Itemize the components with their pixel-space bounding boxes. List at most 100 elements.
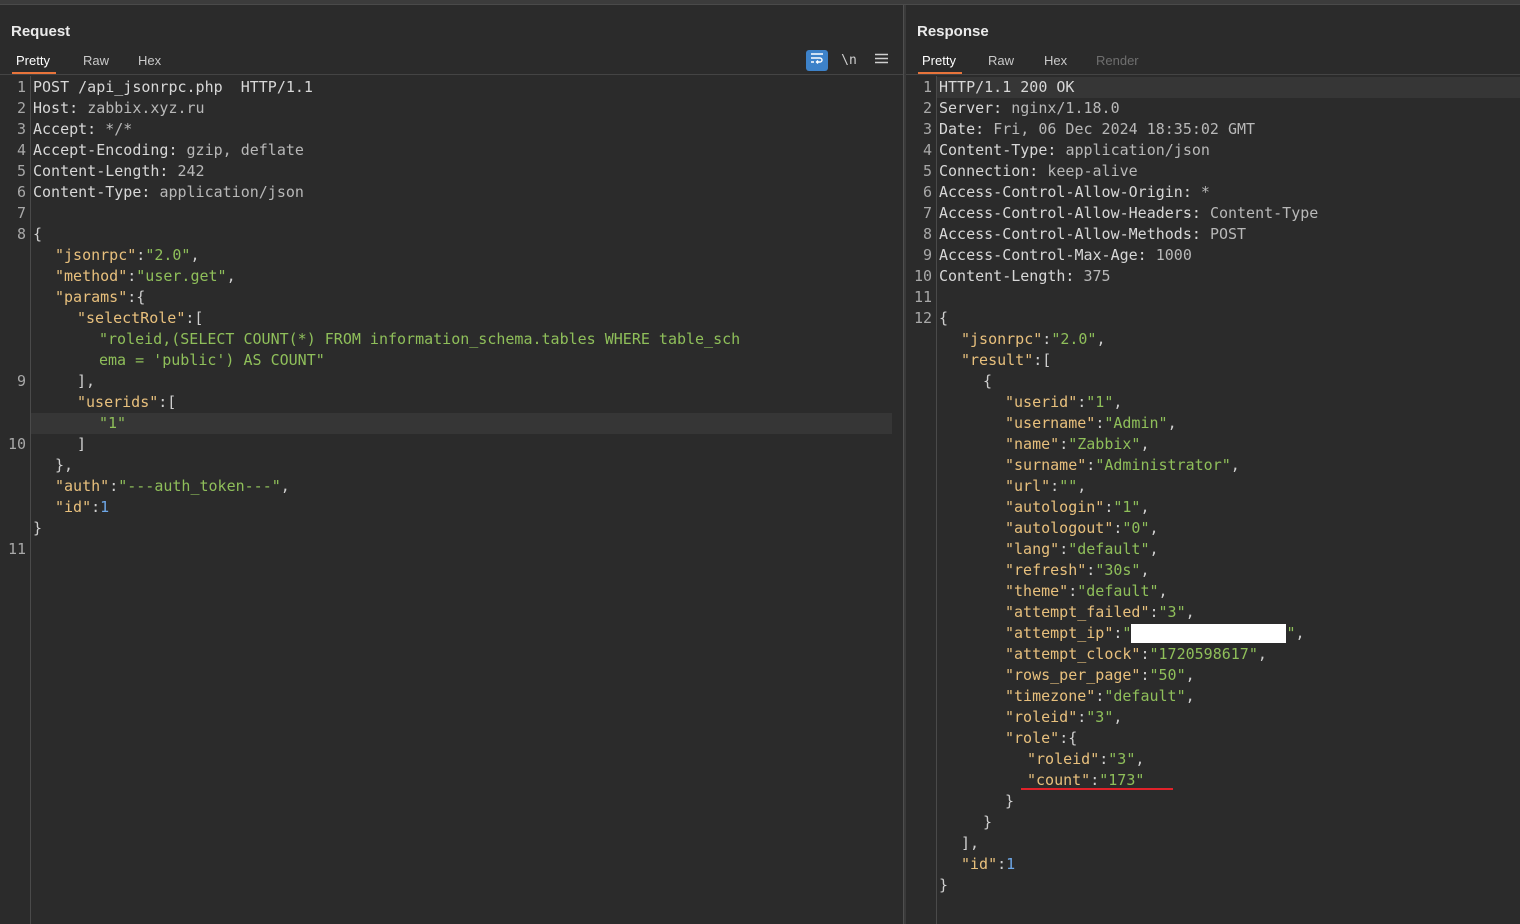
line-number: 4 — [16, 141, 26, 159]
json-line: }, — [55, 456, 74, 474]
json-line: "auth":"---auth_token---", — [55, 477, 290, 495]
line-number: 9 — [922, 246, 932, 264]
json-line: "autologin":"1", — [1005, 498, 1150, 516]
line-number: 6 — [922, 183, 932, 201]
response-title: Response — [917, 23, 989, 40]
json-line: "lang":"default", — [1005, 540, 1159, 558]
request-header: Accept-Encoding: gzip, deflate — [33, 141, 304, 159]
json-line: "jsonrpc":"2.0", — [961, 330, 1106, 348]
json-line: { — [33, 225, 43, 243]
response-editor[interactable]: 1 HTTP/1.1 200 OK 2 Server: nginx/1.18.0 3 Da… — [906, 76, 1520, 924]
request-header: Host: zabbix.xyz.ru — [33, 99, 205, 117]
json-line: } — [939, 876, 949, 894]
response-header: Access-Control-Allow-Headers: Content-Ty… — [939, 204, 1319, 222]
json-line: { — [983, 372, 993, 390]
response-header: Server: nginx/1.18.0 — [939, 99, 1120, 117]
line-number: 10 — [7, 435, 26, 453]
json-line: "userid":"1", — [1005, 393, 1123, 411]
response-tab-render[interactable]: Render — [1096, 52, 1139, 74]
response-tab-underline — [906, 74, 1520, 75]
json-line: "params":{ — [55, 288, 146, 306]
line-number: 11 — [7, 540, 26, 558]
response-tab-hex[interactable]: Hex — [1044, 52, 1067, 74]
json-line: "timezone":"default", — [1005, 687, 1195, 705]
line-number: 3 — [16, 120, 26, 138]
line-number: 5 — [922, 162, 932, 180]
current-line-highlight — [31, 413, 892, 434]
line-number: 1 — [16, 78, 26, 96]
json-line: "refresh":"30s", — [1005, 561, 1150, 579]
json-line: } — [33, 519, 43, 537]
request-header: Accept: */* — [33, 120, 133, 138]
response-header: Access-Control-Allow-Origin: * — [939, 183, 1210, 201]
response-tab-raw[interactable]: Raw — [988, 52, 1014, 74]
json-line: "roleid":"3", — [1027, 750, 1145, 768]
request-editor[interactable]: 1 2 3 4 5 6 7 8 9 10 11 POST /api_jsonrp… — [0, 76, 903, 924]
line-number: 9 — [16, 372, 26, 390]
request-tab-raw[interactable]: Raw — [83, 52, 109, 74]
json-line: } — [983, 813, 993, 831]
json-line: "attempt_failed":"3", — [1005, 603, 1195, 621]
json-line: ], — [961, 834, 980, 852]
json-line: "surname":"Administrator", — [1005, 456, 1240, 474]
json-line: "1" — [99, 414, 127, 432]
hamburger-menu-icon[interactable] — [870, 50, 892, 71]
json-line: ], — [77, 372, 96, 390]
response-header: Content-Type: application/json — [939, 141, 1210, 159]
line-number: 8 — [922, 225, 932, 243]
request-line: POST /api_jsonrpc.php HTTP/1.1 — [33, 78, 313, 96]
json-line: { — [939, 309, 949, 327]
json-line: "role":{ — [1005, 729, 1078, 747]
json-line: "theme":"default", — [1005, 582, 1168, 600]
line-number: 2 — [16, 99, 26, 117]
json-line: "roleid":"3", — [1005, 708, 1123, 726]
line-number: 7 — [16, 204, 26, 222]
request-tab-underline — [0, 74, 903, 75]
wrap-lines-icon[interactable] — [806, 50, 828, 71]
request-tab-pretty[interactable]: Pretty — [12, 52, 56, 74]
line-number: 7 — [922, 204, 932, 222]
line-number: 4 — [922, 141, 932, 159]
newline-toggle-button[interactable]: \n — [838, 50, 860, 71]
line-number: 8 — [16, 225, 26, 243]
json-line: "name":"Zabbix", — [1005, 435, 1150, 453]
line-number: 6 — [16, 183, 26, 201]
redacted-ip-block — [1131, 624, 1287, 643]
response-tab-pretty[interactable]: Pretty — [918, 52, 962, 74]
line-number: 2 — [922, 99, 932, 117]
line-number: 10 — [913, 267, 932, 285]
line-number: 1 — [922, 78, 932, 96]
json-line: "url":"", — [1005, 477, 1087, 495]
request-pane: Request Pretty Raw Hex \n 1 2 3 4 5 6 7 … — [0, 5, 903, 924]
line-number: 11 — [913, 288, 932, 306]
json-line: "selectRole":[ — [77, 309, 204, 327]
json-line: ] — [77, 435, 87, 453]
response-header: HTTP/1.1 200 OK — [939, 78, 1075, 96]
response-header: Access-Control-Allow-Methods: POST — [939, 225, 1247, 243]
json-line: "autologout":"0", — [1005, 519, 1159, 537]
json-line: "id":1 — [55, 498, 110, 516]
response-header: Date: Fri, 06 Dec 2024 18:35:02 GMT — [939, 120, 1256, 138]
line-number: 5 — [16, 162, 26, 180]
json-line-redacted: "attempt_ip":" ", — [1005, 624, 1305, 643]
response-header: Connection: keep-alive — [939, 162, 1138, 180]
line-number: 12 — [913, 309, 932, 327]
json-line: "userids":[ — [77, 393, 177, 411]
json-line: "id":1 — [961, 855, 1016, 873]
json-line: "jsonrpc":"2.0", — [55, 246, 200, 264]
json-line: "roleid,(SELECT COUNT(*) FROM informatio… — [99, 330, 741, 348]
request-header: Content-Length: 242 — [33, 162, 205, 180]
request-header: Content-Type: application/json — [33, 183, 304, 201]
json-line: "method":"user.get", — [55, 267, 236, 285]
line-number: 3 — [922, 120, 932, 138]
count-highlight-underline — [1021, 788, 1173, 790]
json-line: "attempt_clock":"1720598617", — [1005, 645, 1267, 663]
json-line: "result":[ — [961, 351, 1052, 369]
request-tab-hex[interactable]: Hex — [138, 52, 161, 74]
response-header: Access-Control-Max-Age: 1000 — [939, 246, 1192, 264]
json-line: "rows_per_page":"50", — [1005, 666, 1195, 684]
json-line: } — [1005, 792, 1015, 810]
request-title: Request — [11, 23, 71, 40]
json-line: "username":"Admin", — [1005, 414, 1177, 432]
response-pane: Response Pretty Raw Hex Render 1 HTTP/1.1… — [906, 5, 1520, 924]
